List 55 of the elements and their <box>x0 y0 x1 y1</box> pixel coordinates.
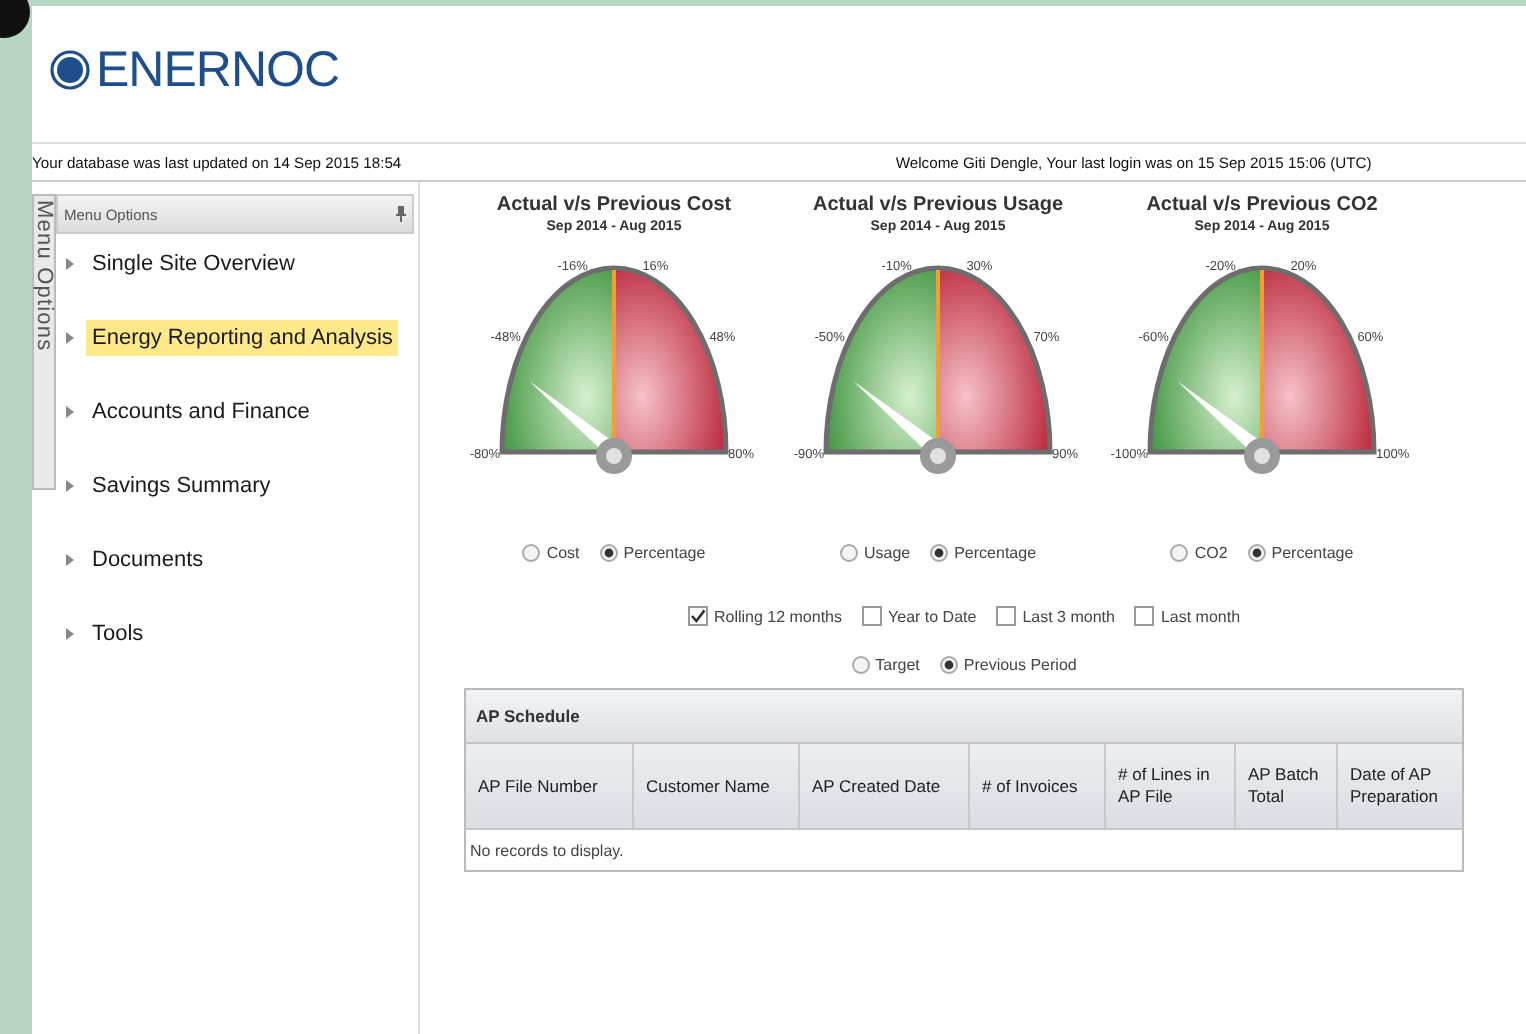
radio-button[interactable] <box>851 656 870 674</box>
pin-icon[interactable] <box>396 206 406 222</box>
caret-icon <box>66 628 74 640</box>
radio-label: Percentage <box>954 544 1037 562</box>
table-title: AP Schedule <box>476 706 580 726</box>
column-header[interactable]: # of Lines in AP File <box>1104 744 1234 828</box>
caret-icon <box>66 554 74 566</box>
column-header[interactable]: Date of AP Preparation <box>1336 744 1462 828</box>
radio-button[interactable] <box>522 544 541 562</box>
radio-label: CO2 <box>1194 544 1228 562</box>
checkbox[interactable] <box>687 606 708 626</box>
checkbox-label: Last month <box>1160 607 1241 625</box>
column-header[interactable]: Customer Name <box>632 744 798 828</box>
gauge-hub <box>596 438 632 474</box>
radio-label: Percentage <box>1271 544 1354 562</box>
logo-text: ENERNOC <box>96 41 340 99</box>
column-header[interactable]: AP File Number <box>466 744 632 828</box>
checkbox-label: Year to Date <box>888 607 977 625</box>
column-header[interactable]: AP Created Date <box>798 744 968 828</box>
radio-button[interactable] <box>1170 544 1189 562</box>
radio-button[interactable] <box>839 544 858 562</box>
gauge-hub <box>920 438 956 474</box>
radio-button[interactable] <box>599 544 618 562</box>
caret-icon <box>66 480 74 492</box>
radio-button[interactable] <box>939 656 958 674</box>
menu-item[interactable]: Accounts and Finance <box>86 394 316 430</box>
radio-button[interactable] <box>930 544 949 562</box>
menu-item[interactable]: Tools <box>86 616 150 652</box>
radio-label: Target <box>875 656 920 674</box>
gauge-hub <box>1244 438 1280 474</box>
empty-message: No records to display. <box>470 841 624 859</box>
radio-button[interactable] <box>1247 544 1266 562</box>
checkbox-label: Rolling 12 months <box>713 607 843 625</box>
gauge-title: Actual v/s Previous CO2 <box>1146 194 1378 220</box>
caret-icon <box>66 332 74 344</box>
radio-label: Previous Period <box>963 656 1077 674</box>
gauge-title: Actual v/s Previous Usage <box>812 194 1064 220</box>
checkbox[interactable] <box>862 606 883 626</box>
radio-label: Percentage <box>623 544 706 562</box>
menu-item[interactable]: Single Site Overview <box>86 246 301 282</box>
gauge-title: Actual v/s Previous Cost <box>496 194 732 220</box>
menu-item[interactable]: Savings Summary <box>86 468 277 504</box>
menu-options-tab[interactable]: Menu Options <box>32 194 56 490</box>
checkbox[interactable] <box>996 606 1017 626</box>
menu-item[interactable]: Documents <box>86 542 210 578</box>
radio-label: Cost <box>546 544 580 562</box>
column-header[interactable]: AP Batch Total <box>1234 744 1336 828</box>
caret-icon <box>66 258 74 270</box>
checkbox-label: Last 3 month <box>1022 607 1115 625</box>
menu-item[interactable]: Energy Reporting and Analysis <box>86 320 399 356</box>
logo-icon <box>50 50 90 90</box>
checkbox[interactable] <box>1134 606 1155 626</box>
radio-label: Usage <box>863 544 911 562</box>
column-header[interactable]: # of Invoices <box>968 744 1104 828</box>
caret-icon <box>66 406 74 418</box>
